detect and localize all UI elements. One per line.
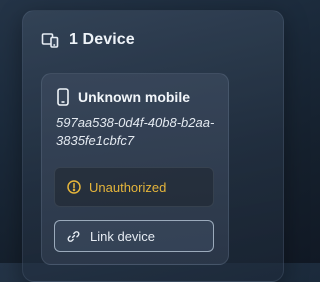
- status-label: Unauthorized: [89, 179, 167, 195]
- link-device-label: Link device: [90, 228, 156, 244]
- devices-icon: [41, 31, 59, 49]
- device-card-header: Unknown mobile: [56, 88, 190, 106]
- devices-panel: 1 Device Unknown mobile 597aa538-0d4f-40…: [22, 10, 284, 282]
- status-badge: Unauthorized: [54, 167, 214, 207]
- link-device-button[interactable]: Link device: [54, 220, 214, 252]
- device-card: Unknown mobile 597aa538-0d4f-40b8-b2aa-3…: [41, 73, 229, 265]
- link-icon: [67, 230, 80, 243]
- mobile-icon: [56, 88, 70, 106]
- device-name: Unknown mobile: [78, 89, 190, 105]
- device-id: 597aa538-0d4f-40b8-b2aa-3835fe1cbfc7: [56, 115, 215, 148]
- panel-header: 1 Device: [41, 31, 135, 49]
- warning-circle-icon: [67, 180, 81, 194]
- panel-title: 1 Device: [69, 31, 135, 48]
